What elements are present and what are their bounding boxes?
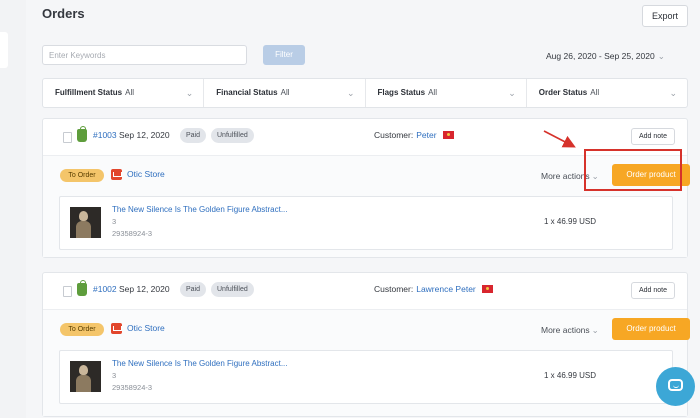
chat-launcher[interactable]: [656, 367, 695, 406]
chat-icon: [668, 379, 683, 391]
annotation-arrow: [543, 130, 576, 148]
